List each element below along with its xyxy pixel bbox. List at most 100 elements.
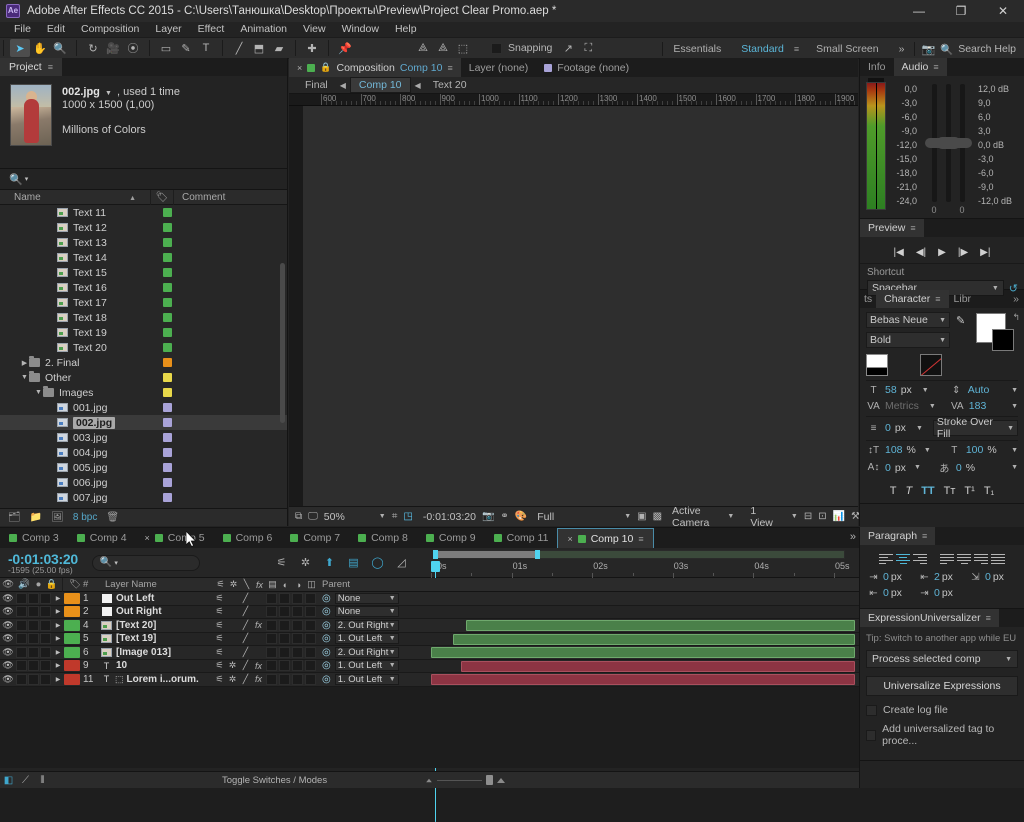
layer-duration-bar[interactable] — [466, 620, 855, 631]
timeline-tab-comp-8[interactable]: Comp 8 — [349, 528, 417, 548]
indent-right-field[interactable]: ⇤ 0 px — [866, 587, 914, 599]
clone-stamp-tool[interactable]: ⬒ — [249, 39, 269, 57]
work-area-end-handle[interactable] — [535, 550, 540, 559]
tab-paragraph[interactable]: Paragraph ≡ — [860, 527, 936, 545]
layer-name[interactable]: [Text 20] — [113, 620, 156, 631]
timeline-time-ruler[interactable]: 00s01s02s03s04s05s — [430, 548, 876, 822]
layer-adjustment-switch[interactable] — [292, 619, 303, 631]
sort-ascending-icon[interactable]: ▲ — [129, 195, 136, 202]
layer-audio-toggle[interactable] — [16, 660, 27, 672]
timeline-tab-comp-3[interactable]: Comp 3 — [0, 528, 68, 548]
brush-tool[interactable]: ╱ — [229, 39, 249, 57]
layer-lock-toggle[interactable] — [40, 646, 51, 658]
align-left-button[interactable] — [879, 553, 893, 565]
label-color-swatch[interactable] — [163, 463, 172, 472]
audio-fader-master[interactable] — [936, 84, 960, 202]
timeline-tab-comp-11[interactable]: Comp 11 — [485, 528, 558, 548]
label-color-swatch[interactable] — [163, 283, 172, 292]
motion-blur-icon[interactable]: ◯ — [370, 555, 385, 570]
project-item[interactable]: 002.jpg — [0, 415, 287, 430]
workspace-overflow-icon[interactable]: » — [889, 38, 915, 60]
frame-blending-icon[interactable]: ▤ — [346, 555, 361, 570]
layer-adjustment-switch[interactable] — [292, 660, 303, 672]
add-tag-checkbox[interactable]: Add universalized tag to proce... — [866, 723, 1018, 747]
layer-fx-switch[interactable] — [252, 647, 265, 658]
set-black-icon[interactable] — [866, 368, 888, 376]
layer-visibility-toggle[interactable]: 👁 — [0, 674, 16, 685]
preview-panel-menu-icon[interactable]: ≡ — [910, 223, 915, 233]
zoom-dropdown-icon[interactable]: ▼ — [379, 513, 386, 520]
current-time-indicator[interactable] — [431, 561, 440, 822]
layer-fx-switch[interactable]: fx — [252, 674, 265, 685]
layer-adjustment-switch[interactable] — [292, 673, 303, 685]
disclosure-arrow-icon[interactable]: ▼ — [34, 389, 43, 396]
label-color-swatch[interactable] — [163, 328, 172, 337]
project-item[interactable]: ▶ 2. Final — [0, 355, 287, 370]
layer-audio-toggle[interactable] — [16, 592, 27, 604]
timecode-display[interactable]: -0:01:03:20 -1595 (25.00 fps) — [0, 551, 78, 575]
project-item[interactable]: Text 16 — [0, 280, 287, 295]
font-style-dropdown[interactable]: Bold ▼ — [866, 332, 950, 348]
region-of-interest-icon[interactable]: ⌗ — [392, 510, 398, 524]
layer-lock-toggle[interactable] — [40, 633, 51, 645]
layer-name[interactable]: Out Right — [113, 606, 162, 617]
label-color-swatch[interactable] — [163, 343, 172, 352]
resolution-value[interactable]: Full — [537, 511, 554, 523]
label-color-swatch[interactable] — [163, 403, 172, 412]
minimize-button[interactable]: — — [898, 0, 940, 22]
layer-frame-blend-switch[interactable] — [266, 606, 277, 618]
layer-fx-switch[interactable]: fx — [252, 660, 265, 671]
layer-number-header[interactable]: # — [83, 579, 101, 590]
layer-fx-switch[interactable] — [252, 606, 265, 617]
resolution-dropdown-icon[interactable]: ▼ — [624, 513, 631, 520]
composition-vertical-ruler[interactable] — [289, 106, 303, 506]
column-comment[interactable]: Comment — [174, 192, 225, 203]
layer-collapse-switch[interactable]: ✲ — [226, 660, 239, 671]
leading-value[interactable]: Auto — [968, 384, 990, 396]
timeline-search-input[interactable]: 🔍 ▾ — [91, 554, 200, 571]
timeline-layer-row[interactable]: 👁 ▶ 1 Out Left ⚟ ╱ ◎ None ▼ — [0, 592, 859, 606]
label-color-swatch[interactable] — [163, 268, 172, 277]
menu-edit[interactable]: Edit — [39, 22, 73, 37]
tracking-dropdown-icon[interactable]: ▼ — [1011, 403, 1018, 410]
horizontal-scale-dropdown-icon[interactable]: ▼ — [1011, 447, 1018, 454]
layer-motion-blur-switch[interactable] — [279, 592, 290, 604]
layer-solo-toggle[interactable] — [28, 606, 39, 618]
work-area-bar[interactable] — [433, 550, 845, 559]
layer-solo-toggle[interactable] — [28, 660, 39, 672]
layer-adjustment-switch[interactable] — [292, 592, 303, 604]
layer-name[interactable]: Out Left — [113, 593, 154, 604]
chevron-down-icon[interactable]: ▾ — [114, 559, 118, 567]
project-scrollbar[interactable] — [280, 263, 285, 423]
vertical-scale-value[interactable]: 108 — [885, 444, 903, 456]
project-item[interactable]: Text 17 — [0, 295, 287, 310]
column-name[interactable]: Name ▲ — [0, 192, 150, 203]
layer-solo-toggle[interactable] — [28, 673, 39, 685]
draft-3d-icon[interactable]: ✲ — [298, 555, 313, 570]
layer-shy-switch[interactable]: ⚟ — [213, 633, 226, 644]
breadcrumb-final[interactable]: Final — [297, 78, 336, 92]
view-layout-value[interactable]: 1 View — [750, 505, 773, 529]
monitor-icon[interactable]: 🖵 — [308, 510, 318, 524]
justify-last-left-button[interactable] — [940, 553, 954, 565]
project-item[interactable]: Text 19 — [0, 325, 287, 340]
justify-all-button[interactable] — [991, 553, 1005, 565]
chevron-down-icon[interactable]: ▼ — [105, 90, 112, 97]
type-tool[interactable]: T — [196, 39, 216, 57]
timeline-layer-row[interactable]: 👁 ▶ 5 [Text 19] ⚟ ╱ ◎ 1. Out Left ▼ — [0, 632, 859, 646]
composition-panel-menu-icon[interactable]: ≡ — [447, 63, 452, 73]
layer-disclosure-arrow-icon[interactable]: ▶ — [52, 608, 64, 615]
layer-quality-switch[interactable]: ╱ — [239, 674, 252, 685]
tab-audio[interactable]: Audio ≡ — [893, 58, 947, 76]
leading-dropdown-icon[interactable]: ▼ — [1011, 387, 1018, 394]
kerning-dropdown-icon[interactable]: ▼ — [929, 403, 936, 410]
pixel-aspect-icon[interactable]: ⊟ — [804, 510, 812, 524]
project-search-input[interactable]: 🔍 ▾ — [0, 168, 287, 190]
timeline-tab-comp-5[interactable]: × Comp 5 — [136, 528, 214, 548]
camera-tool[interactable]: 🎥 — [103, 39, 123, 57]
parent-pick-whip-icon[interactable]: ◎ — [322, 647, 331, 658]
layer-label-color[interactable] — [64, 660, 80, 672]
layer-shy-switch[interactable]: ⚟ — [213, 647, 226, 658]
layer-fx-switch[interactable] — [252, 633, 265, 644]
stroke-mode-dropdown[interactable]: Stroke Over Fill ▼ — [932, 416, 1018, 440]
